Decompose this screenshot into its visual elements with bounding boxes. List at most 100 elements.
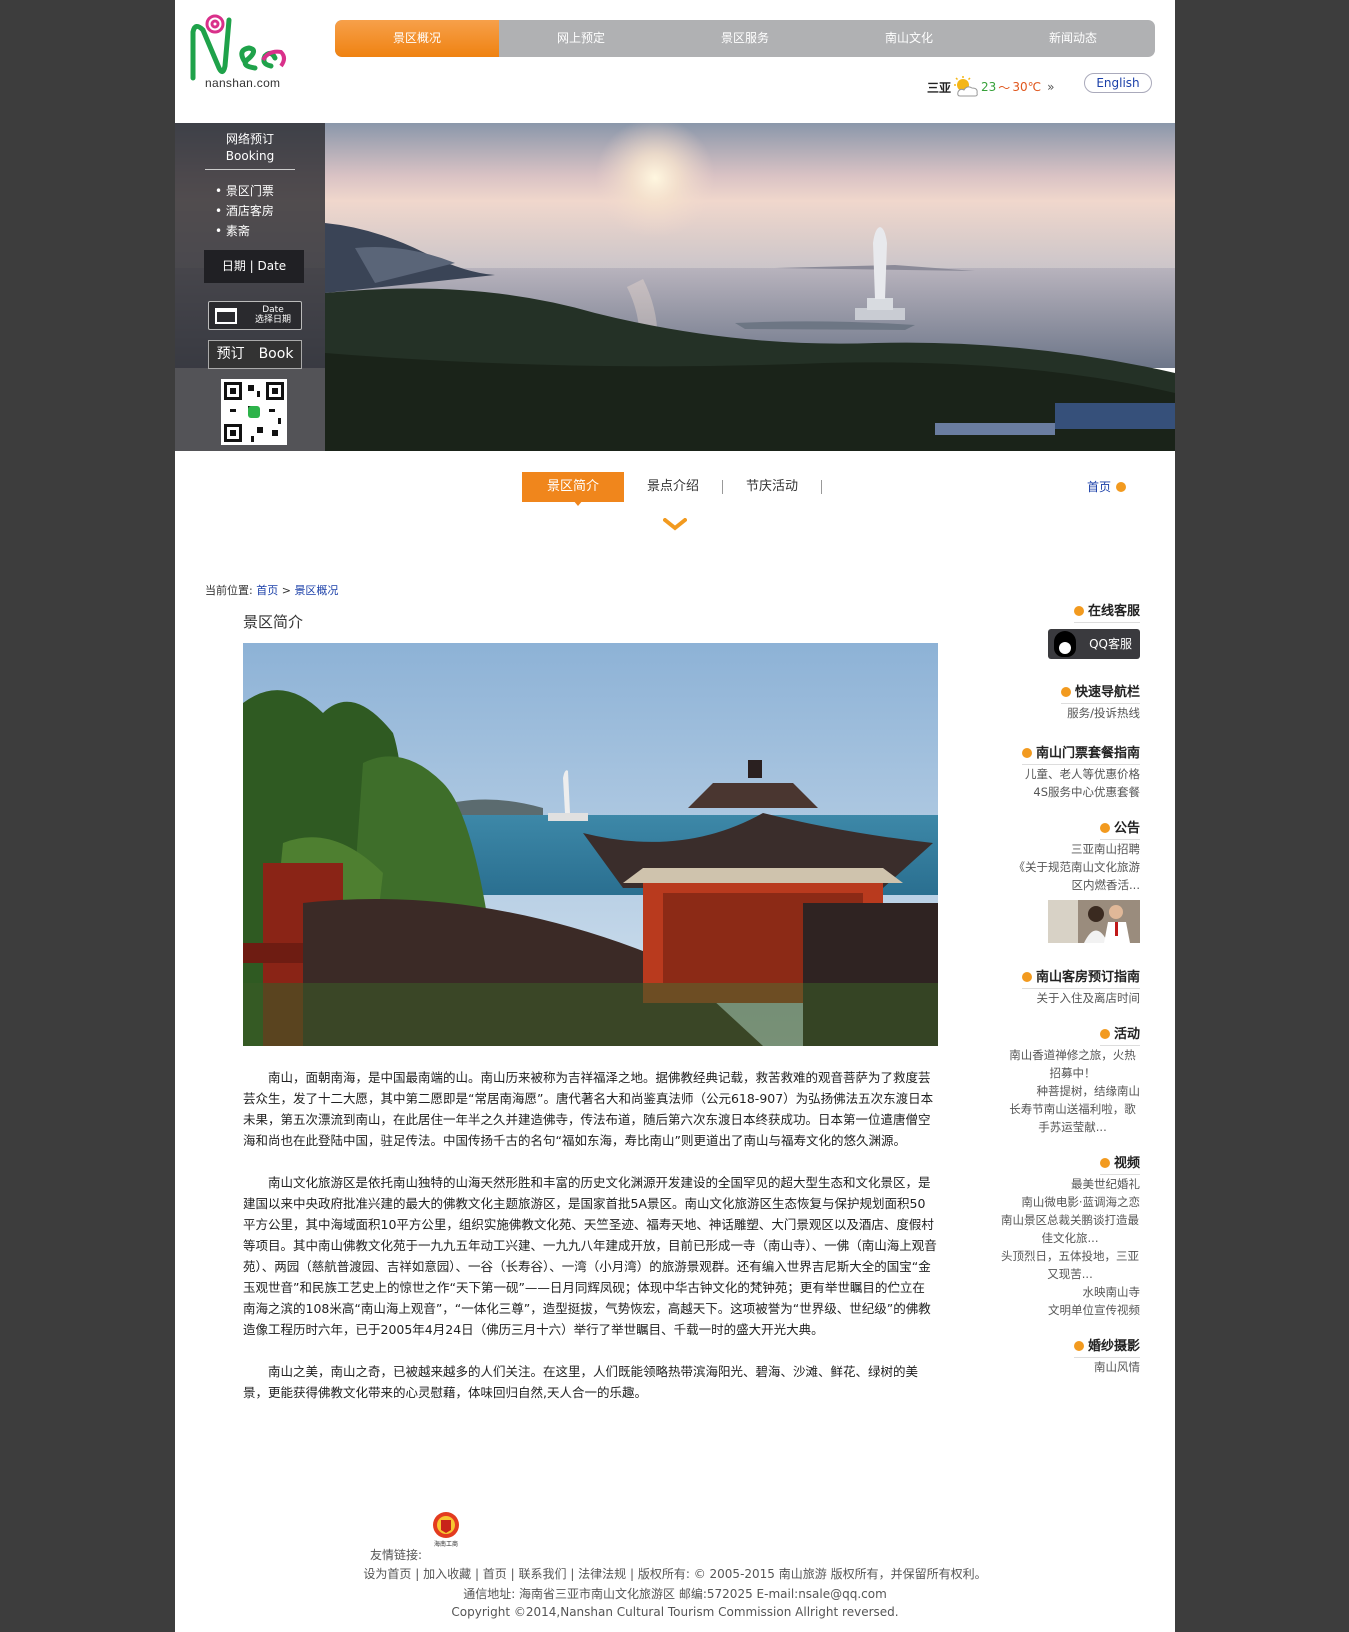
sidebar-link[interactable]: 儿童、老人等优惠价格 [965,765,1140,783]
breadcrumb-current[interactable]: 景区概况 [294,584,338,597]
footer-link-legal[interactable]: 法律法规 [578,1567,626,1581]
tab-attractions[interactable]: 景点介绍 [624,472,722,502]
sidebar-link[interactable]: 最美世纪婚礼 [965,1175,1140,1193]
booking-item-vegetarian[interactable]: 素斋 [215,221,274,241]
video-title: 视频 [1113,1156,1140,1171]
orange-dot-icon [1073,606,1084,616]
quicknav-section: 快速导航栏 服务/投诉热线 [965,681,1140,722]
events-heading: 活动 [1099,1023,1140,1046]
breadcrumb: 当前位置: 首页 > 景区概况 [205,582,338,598]
tickets-section: 南山门票套餐指南 儿童、老人等优惠价格 4S服务中心优惠套餐 [965,742,1140,801]
online-service-section: 在线客服 QQ客服 [965,600,1140,659]
active-tab-pointer-icon [573,500,583,506]
sidebar-link[interactable]: 种菩提树，结缘南山 [965,1082,1141,1100]
sidebar-link[interactable]: 南山香道禅修之旅，火热招募中！ [1005,1046,1140,1082]
orange-dot-icon [1099,1158,1110,1168]
orange-dot-icon [1099,1029,1110,1039]
tab-separator [821,480,823,494]
tab-intro[interactable]: 景区简介 [522,472,624,502]
date-picker-button[interactable]: Date 选择日期 [208,301,302,330]
footer-copyright-en: Copyright ©2014,Nanshan Cultural Tourism… [451,1605,899,1619]
nav-services[interactable]: 景区服务 [663,20,827,57]
orange-dot-icon [1021,748,1032,758]
sidebar-link[interactable]: 4S服务中心优惠套餐 [965,783,1140,801]
rooms-section: 南山客房预订指南 关于入住及离店时间 [965,966,1140,1007]
sidebar-link[interactable]: 南山景区总裁关鹏谈打造最佳文化旅... [1000,1211,1140,1247]
wedding-heading: 婚纱摄影 [1073,1335,1140,1358]
wedding-thumbnail[interactable] [1048,900,1140,943]
nav-booking[interactable]: 网上预定 [499,20,663,57]
footer-links: 设为首页 | 加入收藏 | 首页 | 联系我们 | 法律法规 | 版权所有: ©… [363,1567,987,1581]
sun-cloud-icon [954,76,978,97]
booking-panel: 网络预订 Booking 景区门票 酒店客房 素斋 日期 | Date Date… [175,123,325,451]
date-picker-label-cn: 选择日期 [254,315,291,325]
footer-link-contact[interactable]: 联系我们 [518,1567,566,1581]
qq-penguin-icon [1054,631,1076,657]
sidebar-link[interactable]: 长寿节南山送福利啦，歌手苏运莹献... [1005,1100,1140,1136]
sidebar-link[interactable]: 南山微电影·蓝调海之恋 [965,1193,1140,1211]
booking-list: 景区门票 酒店客房 素斋 [215,181,274,241]
calendar-icon [215,308,237,324]
qq-service-button[interactable]: QQ客服 [1048,629,1140,659]
scenic-photo [243,643,938,1046]
sidebar-link[interactable]: 水映南山寺 [965,1283,1141,1301]
date-picker-label: Date 选择日期 [245,305,301,325]
sidebar-link[interactable]: 头顶烈日，五体投地，三亚又现苦... [1000,1247,1140,1283]
weather-sep: ～ [998,80,1011,95]
tab-festivals[interactable]: 节庆活动 [723,472,821,502]
orange-dot-icon [1060,687,1071,697]
weather-widget[interactable]: 三亚 23 ～ 30℃ » [927,76,1054,98]
booking-item-ticket[interactable]: 景区门票 [215,181,274,201]
qr-code-icon [221,379,287,445]
quicknav-title: 快速导航栏 [1074,685,1140,700]
quicknav-heading: 快速导航栏 [1060,681,1140,704]
notice-title: 公告 [1113,821,1140,836]
sidebar-link[interactable]: 关于入住及离店时间 [965,989,1141,1007]
breadcrumb-label: 当前位置: [205,584,253,597]
chevron-down-icon[interactable] [663,518,687,532]
home-link[interactable]: 首页 [1087,478,1127,495]
weather-more[interactable]: » [1047,80,1054,94]
section-tabs: 景区简介 景点介绍 节庆活动 [522,472,823,502]
orange-dot-icon [1116,482,1127,492]
wedding-section: 婚纱摄影 南山风情 [965,1335,1140,1376]
orange-dot-icon [1099,823,1110,833]
sidebar-link[interactable]: 三亚南山招聘 [965,840,1140,858]
article-paragraph: 南山之美，南山之奇，已被越来越多的人们关注。在这里，人们既能领略热带滨海阳光、碧… [243,1364,919,1400]
wedding-title: 婚纱摄影 [1087,1339,1140,1354]
video-heading: 视频 [1099,1152,1140,1175]
booking-title: 网络预订 Booking [175,131,325,165]
english-button[interactable]: English [1084,73,1152,93]
nav-culture[interactable]: 南山文化 [827,20,991,57]
notice-heading: 公告 [1099,817,1140,840]
logo-domain: nanshan.com [205,76,281,90]
online-service-heading: 在线客服 [1073,600,1140,623]
nav-news[interactable]: 新闻动态 [991,20,1155,57]
online-service-title: 在线客服 [1087,604,1140,619]
footer-link-favorite[interactable]: 加入收藏 [423,1567,471,1581]
sidebar-link[interactable]: 服务/投诉热线 [965,704,1140,722]
friend-links-label: 友情链接: [370,1548,423,1562]
weather-high: 30℃ [1012,80,1042,94]
breadcrumb-sep: > [281,584,291,597]
footer-address: 通信地址: 海南省三亚市南山文化旅游区 邮编:572025 E-mail:nsa… [463,1587,887,1601]
home-link-label: 首页 [1087,480,1112,494]
video-section: 视频 最美世纪婚礼 南山微电影·蓝调海之恋 南山景区总裁关鹏谈打造最佳文化旅..… [965,1152,1140,1319]
booking-divider [205,169,295,170]
booking-item-hotel[interactable]: 酒店客房 [215,201,274,221]
sidebar-link[interactable]: 南山风情 [965,1358,1140,1376]
footer-link-home[interactable]: 首页 [483,1567,507,1581]
sidebar-link[interactable]: 文明单位宣传视频 [965,1301,1140,1319]
nav-overview[interactable]: 景区概况 [335,20,499,57]
rooms-title: 南山客房预订指南 [1035,970,1140,985]
sidebar-link[interactable]: 《关于规范南山文化旅游区内燃香活... [1010,858,1141,894]
footer-link-sethome[interactable]: 设为首页 [363,1567,411,1581]
rooms-heading: 南山客房预订指南 [1021,966,1140,989]
business-license-badge[interactable]: 海南工商 [429,1510,463,1548]
orange-dot-icon [1073,1341,1084,1351]
tickets-title: 南山门票套餐指南 [1035,746,1140,761]
booking-title-en: Booking [225,149,275,163]
book-button[interactable]: 预订 Book [208,340,302,369]
article-paragraph: 南山，面朝南海，是中国最南端的山。南山历来被称为吉祥福泽之地。据佛教经典记载，救… [243,1070,934,1148]
breadcrumb-home[interactable]: 首页 [256,584,278,597]
